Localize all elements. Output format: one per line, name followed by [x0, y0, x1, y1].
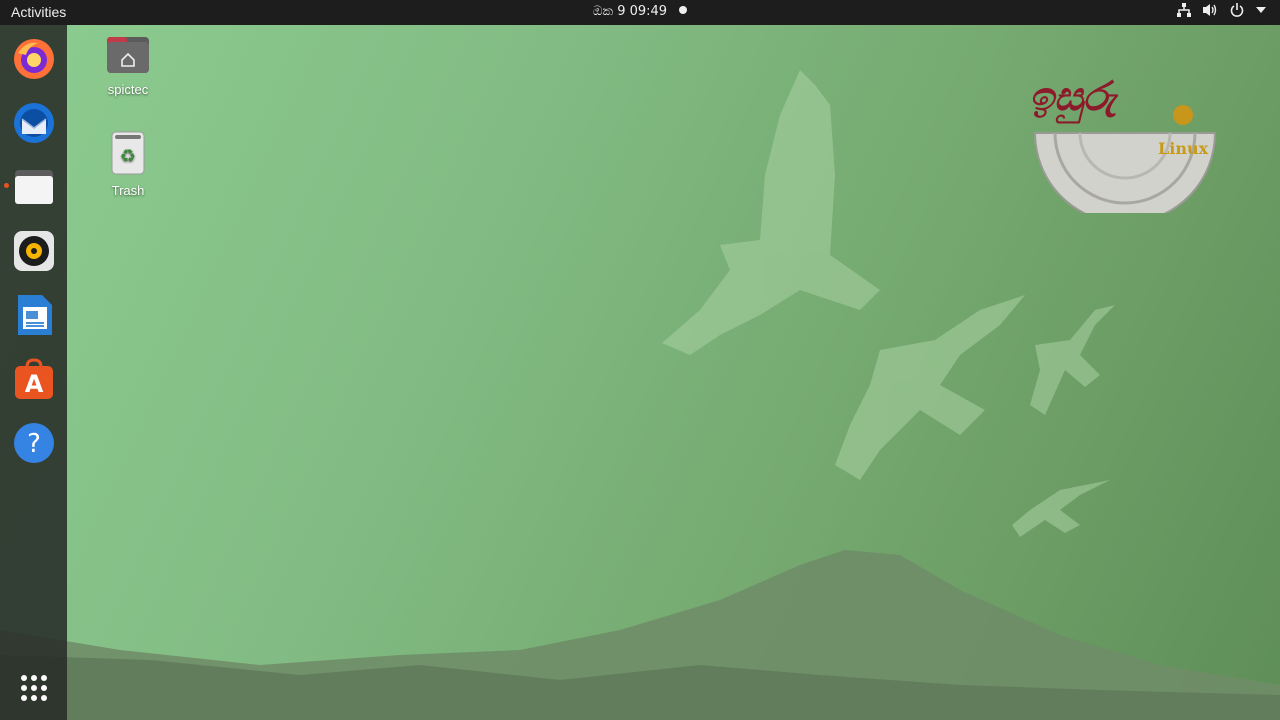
help-icon: ?	[14, 423, 54, 463]
clock: ඔක 9 09:49	[0, 4, 1280, 19]
desktop-wallpaper: ඉසුරු Linux spictec ♻ Trash	[0, 25, 1280, 720]
files-icon	[15, 170, 53, 204]
top-bar: Activities ඔක 9 09:49	[0, 0, 1280, 25]
notification-dot	[679, 6, 688, 14]
svg-text:A: A	[25, 370, 44, 398]
rhythmbox-icon	[14, 231, 54, 271]
power-icon[interactable]	[1230, 3, 1244, 17]
volume-icon[interactable]	[1203, 3, 1218, 17]
isuru-linux-logo: ඉසුරු Linux	[1025, 63, 1225, 213]
bird-far	[1012, 480, 1110, 537]
bird-large	[662, 70, 880, 355]
dock-item-writer[interactable]	[11, 292, 57, 338]
dock-item-firefox[interactable]	[11, 36, 57, 82]
clock-text[interactable]: ඔක 9 09:49	[593, 4, 667, 19]
svg-text:♻: ♻	[120, 146, 136, 167]
bird-medium	[835, 295, 1025, 480]
logo-linux-text: Linux	[1158, 139, 1209, 158]
writer-icon	[18, 295, 52, 335]
app-grid-icon	[21, 675, 47, 701]
dock: A ?	[0, 25, 67, 720]
trash-icon: ♻	[88, 130, 168, 179]
trash-label: Trash	[111, 183, 145, 198]
dock-item-rhythmbox[interactable]	[11, 228, 57, 274]
dock-item-thunderbird[interactable]	[11, 100, 57, 146]
thunderbird-icon	[14, 103, 54, 143]
chevron-down-icon[interactable]	[1256, 6, 1266, 14]
software-icon: A	[15, 358, 53, 399]
network-icon[interactable]	[1177, 3, 1191, 17]
home-folder-icon	[88, 33, 168, 78]
desktop-home-folder[interactable]: spictec	[88, 33, 168, 97]
activities-button[interactable]: Activities	[11, 4, 66, 20]
desktop-trash[interactable]: ♻ Trash	[88, 130, 168, 198]
bird-small	[1030, 305, 1115, 415]
dock-item-help[interactable]: ?	[11, 420, 57, 466]
running-indicator	[4, 183, 9, 188]
svg-text:?: ?	[27, 429, 41, 459]
dock-item-software[interactable]: A	[11, 356, 57, 402]
home-folder-label: spictec	[107, 82, 149, 97]
logo-script-text: ඉසුරු	[1029, 73, 1117, 120]
dock-item-files[interactable]	[11, 164, 57, 210]
system-tray[interactable]	[1177, 3, 1266, 17]
show-applications-button[interactable]	[11, 665, 57, 711]
firefox-icon	[14, 39, 54, 79]
